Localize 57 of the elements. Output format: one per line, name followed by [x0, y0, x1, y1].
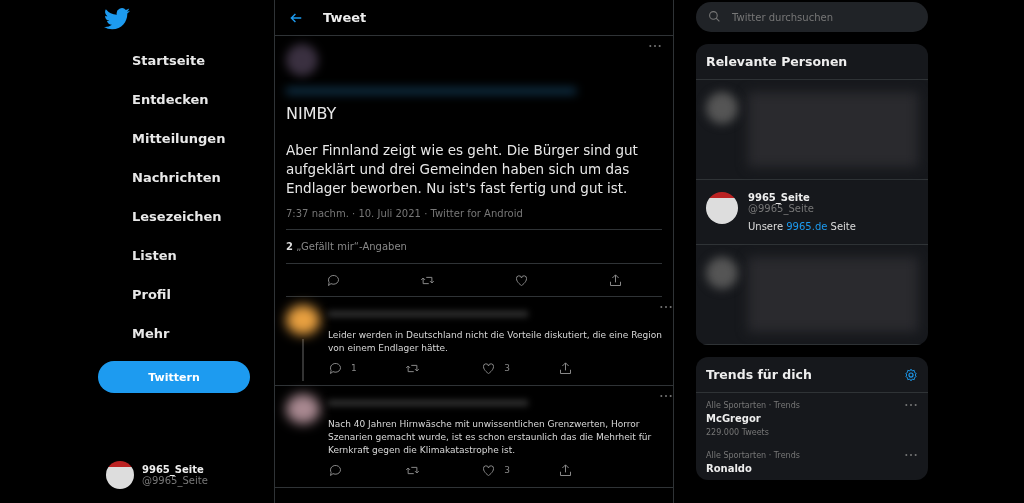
heart-icon[interactable] — [481, 360, 497, 376]
panel-title: Trends für dich — [706, 367, 812, 382]
share-icon[interactable] — [557, 360, 573, 376]
trend-category: Alle Sportarten · Trends — [706, 451, 800, 460]
bio-link[interactable]: 9965.de — [786, 221, 828, 232]
blurred-avatar — [706, 92, 738, 124]
panel-title: Relevante Personen — [706, 54, 848, 69]
reply-icon[interactable] — [328, 360, 343, 376]
blurred-avatar — [286, 305, 320, 335]
trend-item[interactable]: Alle Sportarten · Trends Ronaldo — [696, 443, 928, 480]
reply-icon[interactable] — [328, 462, 343, 478]
person-avatar[interactable] — [706, 192, 738, 224]
likes-count[interactable]: 2 „Gefällt mir“-Angaben — [286, 229, 662, 264]
trend-category: Alle Sportarten · Trends — [706, 401, 800, 410]
reply-text: Leider werden in Deutschland nicht die Vorteile diskutiert, die eine Region von einem Endlager hätte. — [328, 329, 663, 355]
tweet-text: Aber Finnland zeigt wie es geht. Die Bürger sind gut aufgeklärt und drei Gemeinden haben sich um das Endlager beworben. Nu ist's fast fertig und gut ist. — [286, 141, 639, 198]
more-icon[interactable] — [648, 44, 662, 48]
trend-count: 229.000 Tweets — [706, 428, 770, 437]
like-count: 3 — [504, 465, 511, 475]
blurred-avatar — [286, 394, 320, 424]
tweet-timestamp: 7:37 nachm. · 10. Juli 2021 · Twitter for Android — [286, 208, 524, 219]
settings-icon[interactable] — [904, 367, 918, 382]
like-count: 3 — [504, 363, 511, 373]
reply-text: Nach 40 Jahren Hirnwäsche mit unwissentlichen Grenzwerten, Horror Szenarien gemacht wurde, ist es schon erstaunlich das die Mehrheit für Kernkraft gegen die Klimakatastrophe ist. — [328, 418, 653, 457]
more-icon[interactable] — [904, 453, 918, 457]
person-handle: @9965_Seite — [748, 203, 815, 214]
search-field[interactable]: Twitter durchsuchen — [696, 2, 928, 32]
blurred-avatar — [706, 257, 738, 289]
blurred-avatar — [286, 44, 318, 76]
heart-icon[interactable] — [481, 462, 497, 478]
nav-link[interactable]: Profil — [132, 275, 171, 314]
share-icon[interactable] — [557, 462, 573, 478]
trend-name: McGregor — [706, 413, 762, 424]
account-avatar[interactable] — [106, 461, 134, 489]
nav-link[interactable]: Mehr — [132, 314, 170, 353]
tweet-text: NIMBY — [286, 104, 338, 123]
account-name: 9965_Seite — [142, 464, 204, 475]
trend-name: Ronaldo — [706, 463, 753, 474]
account-handle: @9965_Seite — [142, 475, 208, 486]
more-icon[interactable] — [659, 305, 673, 309]
more-icon[interactable] — [904, 403, 918, 407]
person-bio: Unsere 9965.de Seite — [748, 221, 856, 232]
reply-icon[interactable] — [325, 272, 341, 288]
nav-link[interactable]: Entdecken — [132, 80, 209, 119]
page-title: Tweet — [323, 10, 367, 25]
person-name[interactable]: 9965_Seite — [748, 192, 856, 203]
nav-link[interactable]: Lesezeichen — [132, 197, 222, 236]
reply-count: 1 — [351, 363, 357, 373]
nav-link[interactable]: Listen — [132, 236, 177, 275]
more-icon[interactable] — [659, 394, 673, 398]
share-icon[interactable] — [607, 272, 623, 288]
heart-icon[interactable] — [513, 272, 529, 288]
nav-link[interactable]: Startseite — [132, 41, 206, 80]
trend-item[interactable]: Alle Sportarten · Trends McGregor 229.000 Tweets — [696, 393, 928, 443]
bird-logo-icon[interactable] — [104, 8, 130, 30]
nav-link[interactable]: Mitteilungen — [132, 119, 226, 158]
nav-link[interactable]: Nachrichten — [132, 158, 221, 197]
